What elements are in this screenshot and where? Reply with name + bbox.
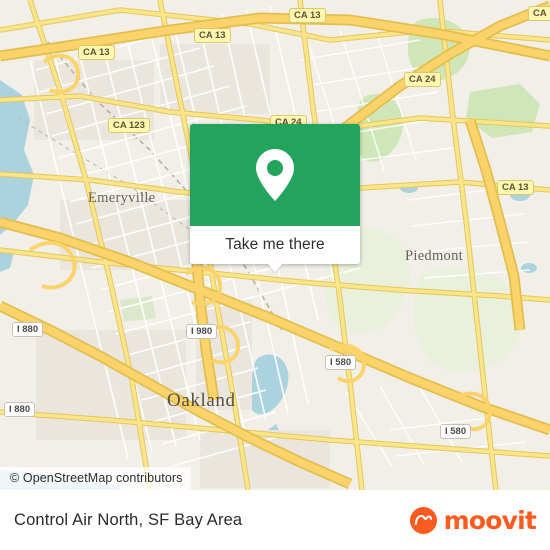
map-canvas[interactable]: Emeryville Piedmont Oakland CA 13 CA 13 … — [0, 0, 550, 490]
route-shield-ca13-north: CA 13 — [194, 28, 231, 43]
popup-pointer — [266, 262, 284, 272]
route-shield-i980: I 980 — [186, 324, 218, 339]
moovit-logo-icon — [409, 507, 437, 534]
location-title: Control Air North, SF Bay Area — [14, 511, 243, 529]
moovit-wordmark: moovit — [443, 506, 537, 535]
route-shield-ca13-top: CA 13 — [289, 8, 326, 23]
location-popup-card[interactable]: Take me there — [190, 124, 360, 264]
moovit-brand[interactable]: moovit — [409, 506, 537, 535]
route-shield-i880-south: I 880 — [4, 402, 36, 417]
route-shield-i880-north: I 880 — [12, 322, 44, 337]
route-shield-i580: I 580 — [325, 355, 357, 370]
footer-bar: Control Air North, SF Bay Area moovit — [0, 490, 550, 550]
popup-header — [190, 124, 360, 226]
route-shield-ca13-east: CA 13 — [497, 180, 534, 195]
map-screen: Emeryville Piedmont Oakland CA 13 CA 13 … — [0, 0, 550, 550]
map-pin-icon — [256, 149, 294, 201]
take-me-there-button[interactable]: Take me there — [190, 226, 360, 264]
route-shield-i580-east: I 580 — [440, 424, 472, 439]
route-shield-ca13-west: CA 13 — [78, 45, 115, 60]
route-shield-ca24-north: CA 24 — [404, 72, 441, 87]
route-shield-ca-corner: CA — [528, 6, 550, 21]
moovit-mark-glyph — [414, 514, 432, 525]
map-attribution[interactable]: © OpenStreetMap contributors — [0, 467, 191, 490]
route-shield-ca123: CA 123 — [108, 118, 150, 133]
